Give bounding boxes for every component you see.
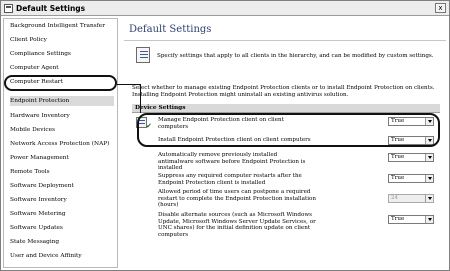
sidebar-item-power-management[interactable]: Power Management bbox=[10, 153, 114, 163]
sidebar-item-computer-agent[interactable]: Computer Agent bbox=[10, 63, 114, 73]
sidebar-item-client-policy[interactable]: Client Policy bbox=[10, 35, 114, 45]
chevron-down-icon bbox=[425, 195, 433, 202]
endpoint-protection-callout bbox=[4, 75, 117, 91]
chevron-down-icon bbox=[425, 175, 433, 182]
remove-antimalware-dropdown[interactable]: True bbox=[388, 153, 434, 162]
window-icon bbox=[4, 3, 13, 13]
sidebar-item-user-and-device-affinity[interactable]: User and Device Affinity bbox=[10, 251, 114, 261]
sidebar-item-background-intelligent-transfer[interactable]: Background Intelligent Transfer bbox=[10, 21, 114, 31]
close-button[interactable]: x bbox=[435, 3, 446, 13]
sidebar-item-endpoint-protection[interactable]: Endpoint Protection bbox=[10, 96, 114, 106]
sidebar-item-mobile-devices[interactable]: Mobile Devices bbox=[10, 125, 114, 135]
sidebar-item-compliance-settings[interactable]: Compliance Settings bbox=[10, 49, 114, 59]
disable-alternate-sources-dropdown[interactable]: True bbox=[388, 215, 434, 224]
title-divider bbox=[124, 40, 446, 41]
chevron-down-icon bbox=[425, 154, 433, 161]
sidebar-item-remote-tools[interactable]: Remote Tools bbox=[10, 167, 114, 177]
dropdown-value: True bbox=[391, 216, 405, 222]
sidebar-item-state-messaging[interactable]: State Messaging bbox=[10, 237, 114, 247]
default-settings-window: Default Settings x Background Intelligen… bbox=[0, 0, 450, 271]
setting-label-postpone-restart: Allowed period of time users can postpon… bbox=[158, 189, 316, 209]
instruction-text: Select whether to manage existing Endpoi… bbox=[132, 85, 435, 98]
suppress-restarts-dropdown[interactable]: True bbox=[388, 174, 434, 183]
callout-connector-line bbox=[117, 84, 141, 85]
setting-label-disable-alternate-sources: Disable alternate sources (such as Micro… bbox=[158, 212, 316, 238]
settings-category-list: Background Intelligent Transfer Client P… bbox=[3, 18, 118, 268]
dropdown-value: True bbox=[391, 154, 405, 160]
setting-label-suppress-restarts: Suppress any required computer restarts … bbox=[158, 173, 302, 186]
sidebar-item-software-updates[interactable]: Software Updates bbox=[10, 223, 114, 233]
manage-install-callout bbox=[137, 113, 440, 147]
section-header-label: Device Settings bbox=[135, 105, 186, 111]
sidebar-item-software-metering[interactable]: Software Metering bbox=[10, 209, 114, 219]
settings-panel: Default Settings Specify settings that a… bbox=[122, 18, 448, 270]
sidebar-item-hardware-inventory[interactable]: Hardware Inventory bbox=[10, 111, 114, 121]
sidebar-item-software-deployment[interactable]: Software Deployment bbox=[10, 181, 114, 191]
page-description: Specify settings that apply to all clien… bbox=[157, 53, 434, 59]
dropdown-value: True bbox=[391, 175, 405, 181]
postpone-restart-hours-field: 24 bbox=[388, 194, 434, 203]
dropdown-value: 24 bbox=[391, 195, 399, 201]
device-settings-header: Device Settings bbox=[132, 104, 440, 113]
setting-label-remove-antimalware: Automatically remove previously installe… bbox=[158, 152, 306, 172]
chevron-down-icon bbox=[425, 216, 433, 223]
window-title: Default Settings bbox=[16, 3, 86, 13]
title-bar: Default Settings x bbox=[1, 1, 449, 16]
settings-list-icon bbox=[136, 47, 150, 63]
sidebar-item-network-access-protection[interactable]: Network Access Protection (NAP) bbox=[10, 139, 114, 149]
callout-connector-line-vertical bbox=[140, 84, 141, 113]
page-title: Default Settings bbox=[129, 24, 212, 35]
sidebar-item-software-inventory[interactable]: Software Inventory bbox=[10, 195, 114, 205]
